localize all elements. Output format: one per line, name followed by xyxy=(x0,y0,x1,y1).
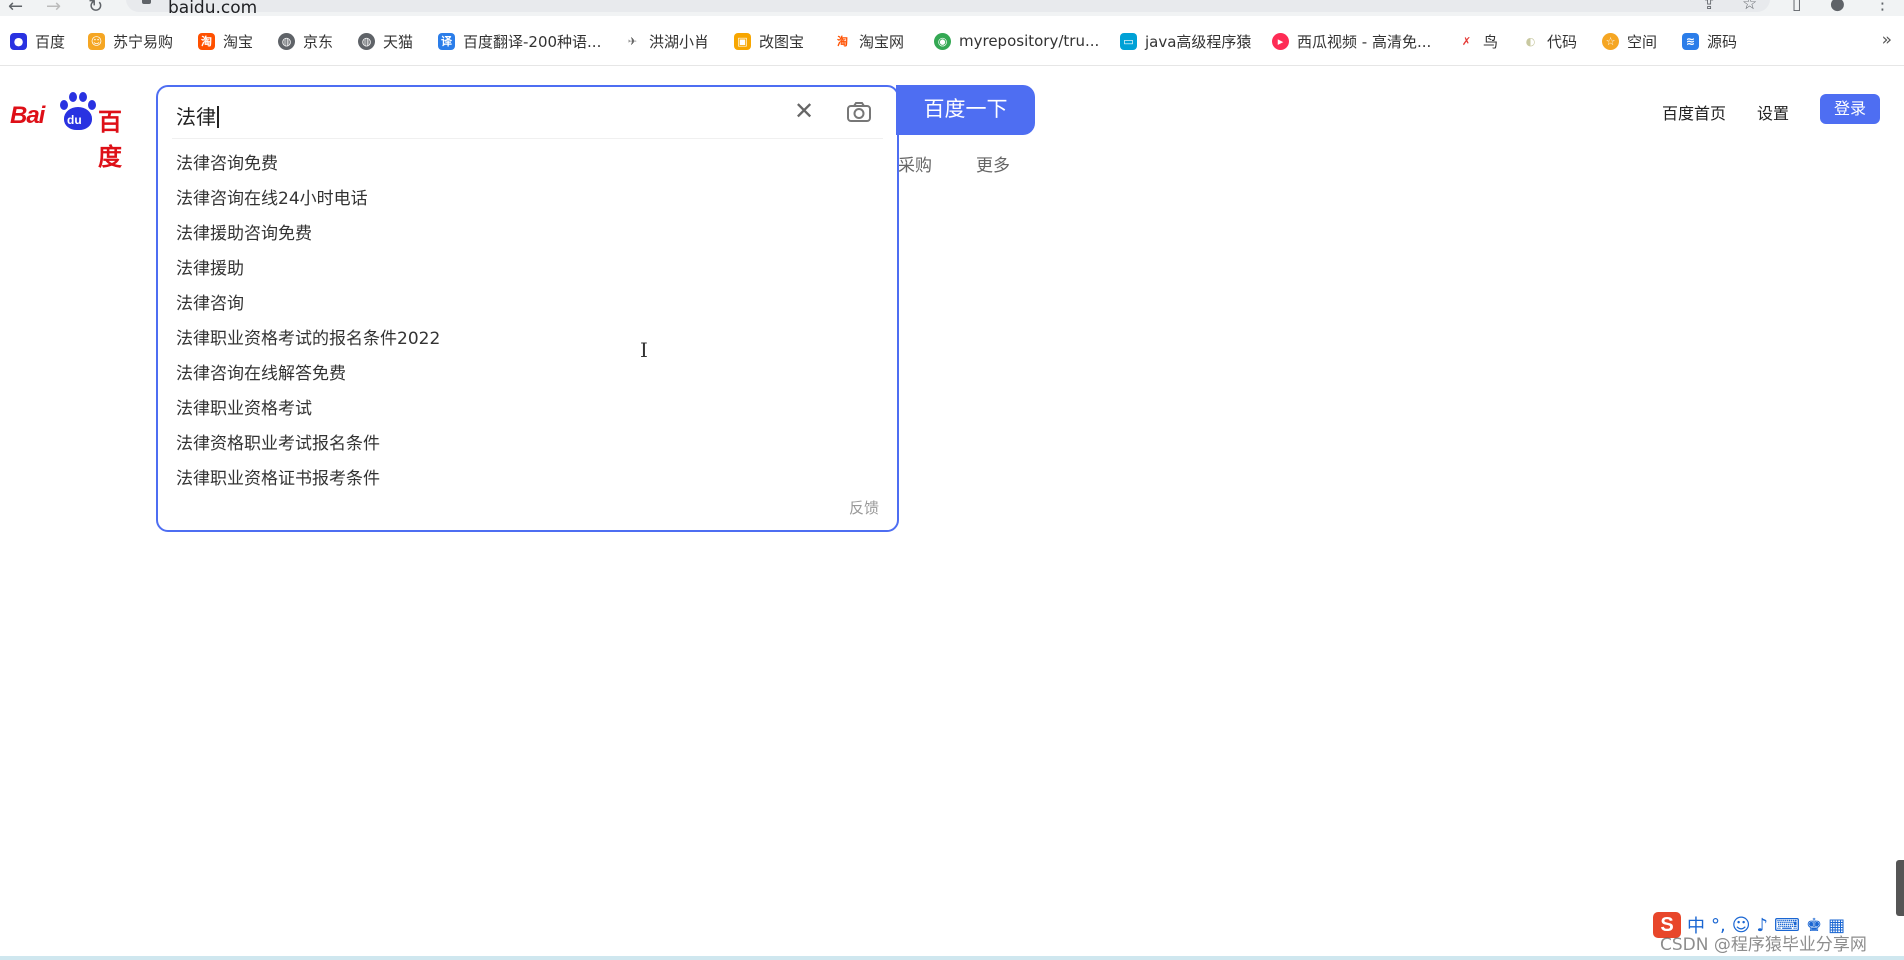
bookmark-label: 改图宝 xyxy=(759,32,805,51)
bookmark-label: 天猫 xyxy=(383,32,414,51)
bookmark-label: 洪湖小肖 xyxy=(649,32,710,51)
browser-toolbar: ← → ↻ baidu.com ⇪ ☆ ▯ ● ⋮ xyxy=(0,0,1904,18)
suggestion-item[interactable]: 法律咨询在线24小时电话 xyxy=(176,182,440,217)
bookmark-gaitubao[interactable]: ▣ 改图宝 xyxy=(734,31,804,51)
bookmark-label: myrepository/tru... xyxy=(959,32,1100,50)
suggestion-item[interactable]: 法律资格职业考试报名条件 xyxy=(176,427,440,462)
bookmark-xigua[interactable]: ▸ 西瓜视频 - 高清免... xyxy=(1272,31,1431,51)
baidu-paw-icon: ● xyxy=(10,32,27,50)
bookmark-taobaowang[interactable]: 淘淘宝网 xyxy=(834,31,904,51)
suggestion-item[interactable]: 法律职业资格考试 xyxy=(176,392,440,427)
bookmark-jd[interactable]: ◍ 京东 xyxy=(278,31,333,51)
bookmark-myrepository[interactable]: ◉ myrepository/tru... xyxy=(934,31,1099,51)
image-icon: ▣ xyxy=(734,32,751,50)
bird-icon: ✗ xyxy=(1458,32,1475,50)
profile-avatar-icon[interactable]: ● xyxy=(1830,0,1845,14)
login-button[interactable]: 登录 xyxy=(1820,94,1880,124)
tab-more[interactable]: 更多 xyxy=(976,151,1010,176)
feedback-link[interactable]: 反馈 xyxy=(849,497,879,518)
bookmark-label: 空间 xyxy=(1627,32,1658,51)
reload-icon[interactable]: ↻ xyxy=(88,0,103,17)
fish-icon: ≋ xyxy=(1682,32,1699,50)
baidu-home-link[interactable]: 百度首页 xyxy=(1662,100,1726,124)
baidu-paw-icon: du xyxy=(58,92,98,132)
taobao-icon: 淘 xyxy=(198,32,215,50)
qzone-icon: ☆ xyxy=(1602,32,1619,50)
chrome-icon: ◉ xyxy=(934,32,951,50)
search-button[interactable]: 百度一下 xyxy=(896,85,1035,135)
suggestion-item[interactable]: 法律咨询 xyxy=(176,287,440,322)
suning-icon: ☺ xyxy=(88,32,105,50)
share-icon[interactable]: ⇪ xyxy=(1702,0,1716,14)
text-caret xyxy=(217,106,219,128)
baidu-logo[interactable]: Bai du 百度 xyxy=(10,92,138,171)
bilibili-icon: ▭ xyxy=(1120,32,1137,50)
bookmark-label: 苏宁易购 xyxy=(113,32,174,51)
suggestion-item[interactable]: 法律咨询在线解答免费 xyxy=(176,357,440,392)
tab-purchase-label: 采购 xyxy=(898,156,932,176)
search-query-text: 法律 xyxy=(176,105,216,129)
bookmark-baidu[interactable]: ● 百度 xyxy=(10,31,65,51)
camera-icon[interactable] xyxy=(846,99,872,125)
bookmark-label: 百度翻译-200种语... xyxy=(463,32,602,51)
text-cursor-icon: I xyxy=(640,338,648,362)
menu-icon[interactable]: ⋮ xyxy=(1874,0,1891,14)
bookmark-label: 代码 xyxy=(1547,32,1578,51)
bookmarks-bar: ● 百度 ☺ 苏宁易购 淘淘宝 ◍ 京东 ◍ 天猫 译百度翻译-200种语... ✈ 洪湖… xyxy=(0,16,1904,66)
bookmark-tmall[interactable]: ◍ 天猫 xyxy=(358,31,413,51)
sidebar-icon[interactable]: ▯ xyxy=(1792,0,1801,14)
watermark: CSDN @程序猿毕业分享网 xyxy=(1660,935,1867,955)
translate-icon: 译 xyxy=(438,32,455,50)
bookmark-niao[interactable]: ✗ 鸟 xyxy=(1458,31,1498,51)
globe-icon: ◍ xyxy=(358,32,375,50)
suggestion-item[interactable]: 法律援助 xyxy=(176,252,440,287)
bookmark-daima[interactable]: ◐ 代码 xyxy=(1522,31,1577,51)
bookmark-label: 淘宝网 xyxy=(859,32,905,51)
bookmark-star-icon[interactable]: ☆ xyxy=(1742,0,1757,14)
bookmark-label: 京东 xyxy=(303,32,334,51)
logo-chinese-text: 百度 xyxy=(98,108,122,171)
clear-icon[interactable]: ✕ xyxy=(794,97,814,125)
globe-icon: ◍ xyxy=(278,32,295,50)
suggestion-list: 法律咨询免费 法律咨询在线24小时电话 法律援助咨询免费 法律援助 法律咨询 法… xyxy=(176,147,440,497)
bottom-border xyxy=(0,956,1904,960)
suggestion-item[interactable]: 法律职业资格考试的报名条件2022 xyxy=(176,322,440,357)
taobao-icon: 淘 xyxy=(834,32,851,50)
bookmark-taobao[interactable]: 淘淘宝 xyxy=(198,31,253,51)
bookmark-honghu[interactable]: ✈ 洪湖小肖 xyxy=(624,31,709,51)
forward-arrow-icon[interactable]: → xyxy=(46,0,61,17)
bookmarks-overflow-icon[interactable]: » xyxy=(1882,30,1892,50)
dropdown-divider xyxy=(172,138,883,139)
logo-paw-text: du xyxy=(67,113,82,127)
bookmark-label: 鸟 xyxy=(1483,32,1499,51)
logo-latin-text: Bai xyxy=(10,102,45,129)
back-arrow-icon[interactable]: ← xyxy=(8,0,23,17)
bookmark-label: 淘宝 xyxy=(223,32,254,51)
bookmark-suning[interactable]: ☺ 苏宁易购 xyxy=(88,31,173,51)
search-box: 法律 ✕ 法律咨询免费 法律咨询在线24小时电话 法律援助咨询免费 法律援助 法… xyxy=(156,85,899,532)
play-icon: ▸ xyxy=(1272,32,1289,50)
bookmark-yuanma[interactable]: ≋ 源码 xyxy=(1682,31,1737,51)
suggestion-item[interactable]: 法律职业资格证书报考条件 xyxy=(176,462,440,497)
address-bar[interactable]: baidu.com xyxy=(126,0,1770,18)
bookmark-label: 百度 xyxy=(35,32,66,51)
settings-link[interactable]: 设置 xyxy=(1757,100,1789,124)
suggestion-item[interactable]: 法律援助咨询免费 xyxy=(176,217,440,252)
bookmark-label: 源码 xyxy=(1707,32,1738,51)
lock-icon xyxy=(142,0,151,4)
bookmark-label: 西瓜视频 - 高清免... xyxy=(1297,32,1432,51)
scrollbar-edge[interactable] xyxy=(1896,860,1904,916)
bird-icon: ✈ xyxy=(624,32,641,50)
bookmark-java[interactable]: ▭ java高级程序猿 xyxy=(1120,31,1251,51)
suggestion-item[interactable]: 法律咨询免费 xyxy=(176,147,440,182)
bookmark-kongjian[interactable]: ☆ 空间 xyxy=(1602,31,1657,51)
bookmark-baidu-translate[interactable]: 译百度翻译-200种语... xyxy=(438,31,601,51)
search-input[interactable]: 法律 xyxy=(176,101,219,130)
moon-icon: ◐ xyxy=(1522,32,1539,50)
bookmark-label: java高级程序猿 xyxy=(1145,32,1252,51)
